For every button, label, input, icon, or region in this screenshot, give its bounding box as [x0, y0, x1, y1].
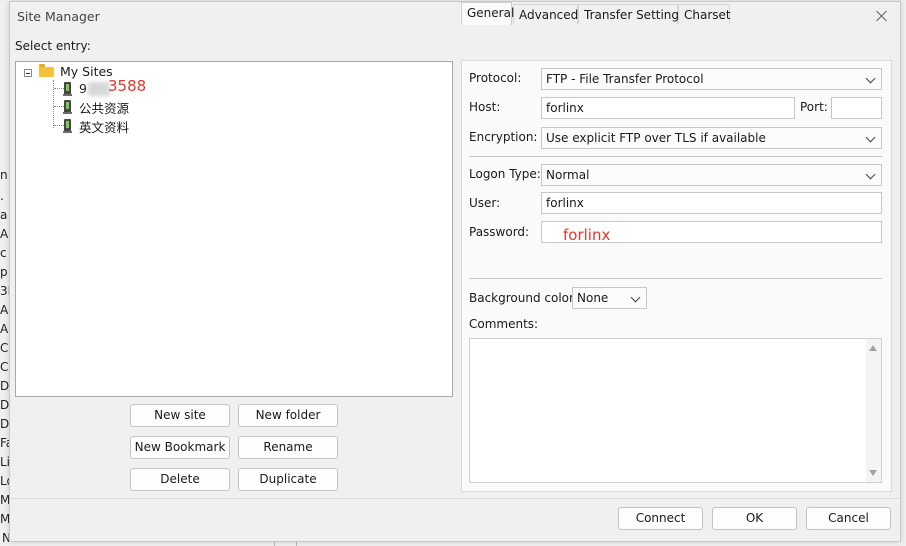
new-site-button[interactable]: New site [130, 404, 230, 427]
cancel-button[interactable]: Cancel [806, 507, 891, 530]
background-strip-letter: Do [0, 398, 9, 412]
background-app-strip: n. aAcp 3D Ap Ap Co Co Do Do Do Fa Li Lo MM [0, 158, 9, 546]
background-strip-letter: c [0, 246, 7, 260]
password-label: Password: [469, 225, 530, 239]
close-icon[interactable] [873, 7, 891, 25]
background-strip-letter: a [0, 208, 8, 222]
tab-general[interactable]: General [461, 2, 514, 25]
background-strip-letter: Ap [0, 303, 9, 317]
logon-type-label: Logon Type: [469, 167, 541, 181]
chevron-down-icon [865, 169, 876, 180]
chevron-down-icon [865, 132, 876, 143]
background-strip-letter: Co [0, 360, 9, 374]
collapse-icon[interactable] [24, 69, 32, 77]
comments-textarea[interactable] [469, 338, 882, 483]
scroll-down-icon[interactable] [869, 470, 877, 476]
background-strip-letter: p [0, 265, 8, 279]
logon-type-select[interactable]: Normal [541, 164, 882, 186]
server-icon [63, 119, 72, 133]
chevron-down-icon [630, 292, 641, 303]
background-strip-letter: Lo [0, 474, 9, 488]
background-strip-letter: Do [0, 379, 9, 393]
site-tree[interactable]: My Sites 9 3588 公共资源 英文资料 [15, 61, 453, 397]
new-folder-button[interactable]: New folder [238, 404, 338, 427]
footer-divider [10, 498, 900, 499]
protocol-select[interactable]: FTP - File Transfer Protocol [541, 68, 882, 90]
host-input[interactable]: forlinx [541, 97, 795, 119]
tab-charset[interactable]: Charset [678, 4, 731, 24]
background-strip-letter: Co [0, 341, 9, 355]
host-label: Host: [469, 100, 501, 114]
background-strip-letter: M [0, 512, 9, 526]
divider [469, 278, 882, 279]
encryption-value: Use explicit FTP over TLS if available [546, 131, 766, 145]
protocol-label: Protocol: [469, 71, 522, 85]
background-strip-letter: . [0, 189, 4, 203]
background-strip-letter: Li [0, 455, 9, 469]
tree-connector [54, 88, 64, 89]
tree-site-prefix[interactable]: 9 [79, 81, 87, 96]
tree-connector [54, 106, 64, 107]
tree-site-public-resources[interactable]: 公共资源 [79, 98, 129, 117]
tree-connector [54, 125, 64, 126]
new-bookmark-button[interactable]: New Bookmark [130, 436, 230, 459]
background-color-value: None [577, 291, 609, 305]
select-entry-label: Select entry: [15, 39, 91, 53]
background-color-select[interactable]: None [572, 287, 647, 309]
window-title: Site Manager [17, 9, 100, 24]
password-value: forlinx [563, 226, 611, 244]
site-manager-dialog: Site Manager Select entry: My Sites 9 35… [9, 1, 901, 542]
server-icon [63, 82, 72, 96]
chevron-down-icon [865, 73, 876, 84]
password-input[interactable]: forlinx [541, 221, 882, 244]
background-strip-letter: Ap [0, 322, 9, 336]
comments-label: Comments: [469, 317, 539, 331]
port-input[interactable] [831, 97, 882, 119]
redacted-blur [88, 82, 110, 96]
delete-button[interactable]: Delete [130, 468, 230, 491]
divider [469, 156, 882, 157]
user-label: User: [469, 196, 501, 210]
tab-transfer-settings[interactable]: Transfer Settings [578, 4, 685, 24]
background-strip-letter: A [0, 227, 9, 241]
logon-type-value: Normal [546, 168, 590, 182]
tab-advanced[interactable]: Advanced [513, 4, 578, 24]
comments-scrollbar[interactable] [866, 339, 881, 482]
user-input[interactable]: forlinx [541, 192, 882, 214]
background-strip-letter: 3D [0, 284, 9, 298]
connect-button[interactable]: Connect [618, 507, 703, 530]
duplicate-button[interactable]: Duplicate [238, 468, 338, 491]
background-color-label: Background color: [469, 291, 578, 305]
protocol-value: FTP - File Transfer Protocol [546, 72, 704, 86]
tree-root-my-sites[interactable]: My Sites [60, 64, 113, 79]
background-strip-letter: n [0, 168, 8, 182]
folder-icon [39, 64, 54, 77]
port-label: Port: [800, 100, 828, 114]
scroll-up-icon[interactable] [869, 345, 877, 351]
tree-site-3588[interactable]: 3588 [108, 77, 146, 95]
encryption-label: Encryption: [469, 130, 538, 144]
tree-site-english-docs[interactable]: 英文资料 [79, 117, 129, 136]
ok-button[interactable]: OK [712, 507, 797, 530]
encryption-select[interactable]: Use explicit FTP over TLS if available [541, 127, 882, 149]
server-icon [63, 100, 72, 114]
background-strip-letter: M [0, 493, 9, 507]
background-strip-letter: Do [0, 417, 9, 431]
background-strip-letter: Fa [0, 436, 9, 450]
title-bar: Site Manager [10, 2, 900, 32]
rename-button[interactable]: Rename [238, 436, 338, 459]
